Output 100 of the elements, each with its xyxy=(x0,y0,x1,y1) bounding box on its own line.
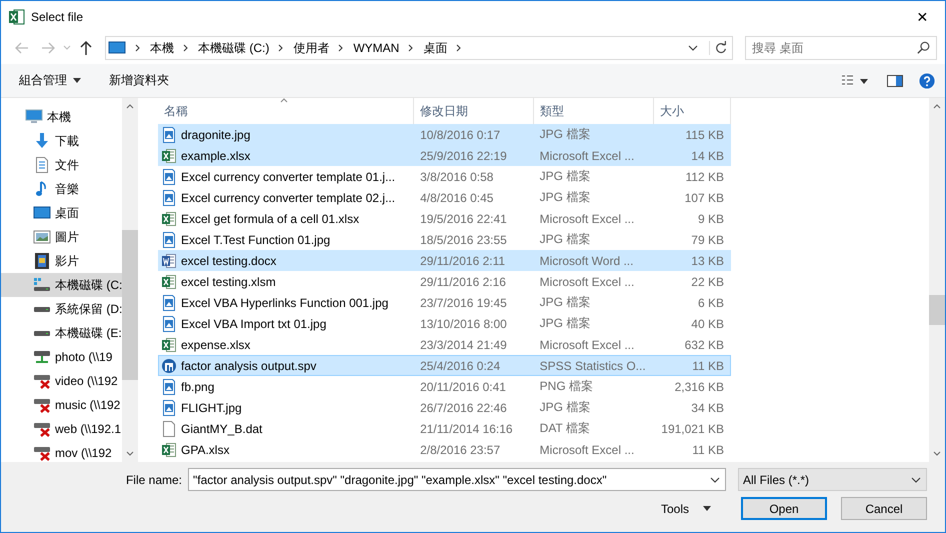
type-cell-text: JPG 檔案 xyxy=(538,399,592,416)
size-cell-text: 2,316 KB xyxy=(674,380,725,394)
chevron-icon[interactable] xyxy=(278,44,284,52)
file-row[interactable]: Excel currency converter template 01.j... 3/8/2016 0:58 JPG 檔案 112 KB xyxy=(158,166,731,187)
scroll-down-icon[interactable] xyxy=(126,451,134,456)
date-cell-text: 10/8/2016 0:17 xyxy=(419,128,502,142)
sidebar-item[interactable]: 桌面 xyxy=(1,201,122,225)
chevron-icon[interactable] xyxy=(456,44,462,52)
size-cell-text: 40 KB xyxy=(690,316,725,330)
disconnected-drive-icon xyxy=(33,373,51,389)
file-row[interactable]: Excel VBA Hyperlinks Function 001.jpg 23/7/2016 19:45 JPG 檔案 6 KB xyxy=(158,292,731,313)
type-cell-text: SPSS Statistics O... xyxy=(538,358,647,372)
dropdown-caret-icon[interactable] xyxy=(710,476,720,484)
sidebar-item[interactable]: 音樂 xyxy=(1,177,122,201)
view-options-icon[interactable] xyxy=(841,74,869,88)
sidebar-item[interactable]: 下載 xyxy=(1,129,122,153)
date-cell-text: 23/3/2014 21:49 xyxy=(419,338,508,352)
file-row[interactable]: dragonite.jpg 10/8/2016 0:17 JPG 檔案 115 KB xyxy=(158,124,731,145)
file-row[interactable]: Excel currency converter template 02.j... 4/8/2016 0:45 JPG 檔案 107 KB xyxy=(158,187,731,208)
size-cell-text: 632 KB xyxy=(684,338,725,352)
breadcrumb-segment[interactable]: 使用者 xyxy=(293,40,330,56)
sidebar-item[interactable]: mov (\\192 xyxy=(1,441,122,462)
file-name: fb.png xyxy=(181,380,214,394)
sidebar-item[interactable]: 圖片 xyxy=(1,225,122,249)
file-name: FLIGHT.jpg xyxy=(181,400,242,414)
file-row[interactable]: example.xlsx 25/9/2016 22:19 Microsoft Excel ... 14 KB xyxy=(158,145,731,166)
desktop-icon xyxy=(33,205,51,221)
scroll-thumb[interactable] xyxy=(122,230,138,380)
type-cell-text: Microsoft Excel ... xyxy=(538,442,636,456)
up-arrow-icon[interactable] xyxy=(78,40,94,56)
drive-icon xyxy=(34,330,50,336)
sidebar-item[interactable]: 本機磁碟 (C: xyxy=(1,273,122,297)
close-button[interactable]: ✕ xyxy=(900,2,945,32)
dropdown-caret-icon[interactable] xyxy=(688,44,698,52)
sidebar-item[interactable]: video (\\192 xyxy=(1,369,122,393)
scroll-thumb[interactable] xyxy=(929,295,945,325)
size-cell-text: 107 KB xyxy=(684,190,725,204)
sidebar-item[interactable]: 本機磁碟 (E: xyxy=(1,321,122,345)
open-button[interactable]: Open xyxy=(741,497,827,520)
drive-icon xyxy=(34,306,50,312)
address-bar[interactable]: 本機 本機磁碟 (C:) 使用者 WYMAN 桌面 xyxy=(105,36,733,60)
sidebar-item[interactable]: photo (\\19 xyxy=(1,345,122,369)
scroll-up-icon[interactable] xyxy=(126,104,134,109)
file-row[interactable]: GPA.xlsx 2/8/2016 23:57 Microsoft Excel ... 11 KB xyxy=(158,439,731,460)
help-icon[interactable] xyxy=(919,72,935,88)
search-field[interactable]: 搜尋 桌面 xyxy=(745,36,937,60)
file-row[interactable]: Excel T.Test Function 01.jpg 18/5/2016 23:55 JPG 檔案 79 KB xyxy=(158,229,731,250)
file-row[interactable]: excel testing.xlsm 29/11/2016 2:16 Microsoft Excel ... 22 KB xyxy=(158,271,731,292)
date-cell-text: 20/11/2016 0:41 xyxy=(419,380,507,394)
breadcrumb-segment[interactable]: 本機 xyxy=(150,40,174,56)
type-cell-text: JPG 檔案 xyxy=(538,231,592,248)
size-cell-text: 14 KB xyxy=(690,148,725,162)
file-name: Excel get formula of a cell 01.xlsx xyxy=(181,212,360,226)
file-row[interactable]: fb.png 20/11/2016 0:41 PNG 檔案 2,316 KB xyxy=(158,376,731,397)
sidebar-item[interactable]: web (\\192.1 xyxy=(1,417,122,441)
pictures-icon xyxy=(33,229,51,245)
cancel-button[interactable]: Cancel xyxy=(841,497,927,520)
file-row[interactable]: Excel get formula of a cell 01.xlsx 19/5/2016 22:41 Microsoft Excel ... 9 KB xyxy=(158,208,731,229)
date-cell-text: 29/11/2016 2:11 xyxy=(419,254,506,268)
file-row[interactable]: factor analysis output.spv 25/4/2016 0:24 SPSS Statistics O... 11 KB xyxy=(158,355,731,376)
scroll-up-icon[interactable] xyxy=(933,104,941,109)
image-file-icon xyxy=(161,400,177,416)
spreadsheet-app-icon xyxy=(9,8,25,24)
spreadsheet-file-icon xyxy=(161,148,177,164)
file-name: GiantMY_B.dat xyxy=(181,422,262,436)
tools-menu[interactable]: Tools xyxy=(654,500,717,516)
file-name: excel testing.docx xyxy=(181,254,276,268)
size-cell-text: 115 KB xyxy=(684,128,725,142)
date-cell-text: 19/5/2016 22:41 xyxy=(419,212,508,226)
scroll-down-icon[interactable] xyxy=(933,451,941,456)
chevron-icon[interactable] xyxy=(135,44,141,52)
file-row[interactable]: excel testing.docx 29/11/2016 2:11 Microsoft Word ... 13 KB xyxy=(158,250,731,271)
file-type-dropdown[interactable]: All Files (*.*) xyxy=(738,468,927,491)
sidebar-item[interactable]: 本機 xyxy=(1,105,122,129)
new-folder-button[interactable]: 新增資料夾 xyxy=(103,70,175,91)
chevron-icon[interactable] xyxy=(338,44,344,52)
sidebar-item[interactable]: 文件 xyxy=(1,153,122,177)
file-row[interactable]: expense.xlsx 23/3/2014 21:49 Microsoft Excel ... 632 KB xyxy=(158,334,731,355)
scrollbar[interactable] xyxy=(929,98,945,462)
chevron-icon[interactable] xyxy=(408,44,414,52)
file-row[interactable]: FLIGHT.jpg 26/7/2016 22:46 JPG 檔案 34 KB xyxy=(158,397,731,418)
disconnected-drive-icon xyxy=(33,421,51,437)
breadcrumb-segment[interactable]: WYMAN xyxy=(353,41,400,55)
breadcrumb-segment[interactable]: 本機磁碟 (C:) xyxy=(198,40,270,56)
spreadsheet-file-icon xyxy=(161,336,177,352)
chevron-icon[interactable] xyxy=(183,44,189,52)
sidebar-item[interactable]: music (\\192 xyxy=(1,393,122,417)
file-name-field[interactable]: "factor analysis output.spv" "dragonite.jpg" "example.xlsx" "excel testing.docx" xyxy=(188,468,726,491)
file-row[interactable]: Excel VBA Import txt 01.jpg 13/10/2016 8:00 JPG 檔案 40 KB xyxy=(158,313,731,334)
sidebar-item[interactable]: 影片 xyxy=(1,249,122,273)
preview-pane-icon[interactable] xyxy=(887,72,903,88)
scrollbar[interactable] xyxy=(122,98,138,462)
breadcrumb-segment[interactable]: 桌面 xyxy=(423,40,448,56)
computer-icon xyxy=(25,109,43,125)
sidebar-item[interactable]: 系統保留 (D: xyxy=(1,297,122,321)
date-cell-text: 25/4/2016 0:24 xyxy=(419,358,502,372)
organize-menu[interactable]: 組合管理 xyxy=(13,70,87,91)
file-row[interactable]: GiantMY_B.dat 21/11/2014 16:16 DAT 檔案 191,021 KB xyxy=(158,418,731,439)
document-icon xyxy=(33,157,51,173)
spreadsheet-file-icon xyxy=(161,442,177,458)
